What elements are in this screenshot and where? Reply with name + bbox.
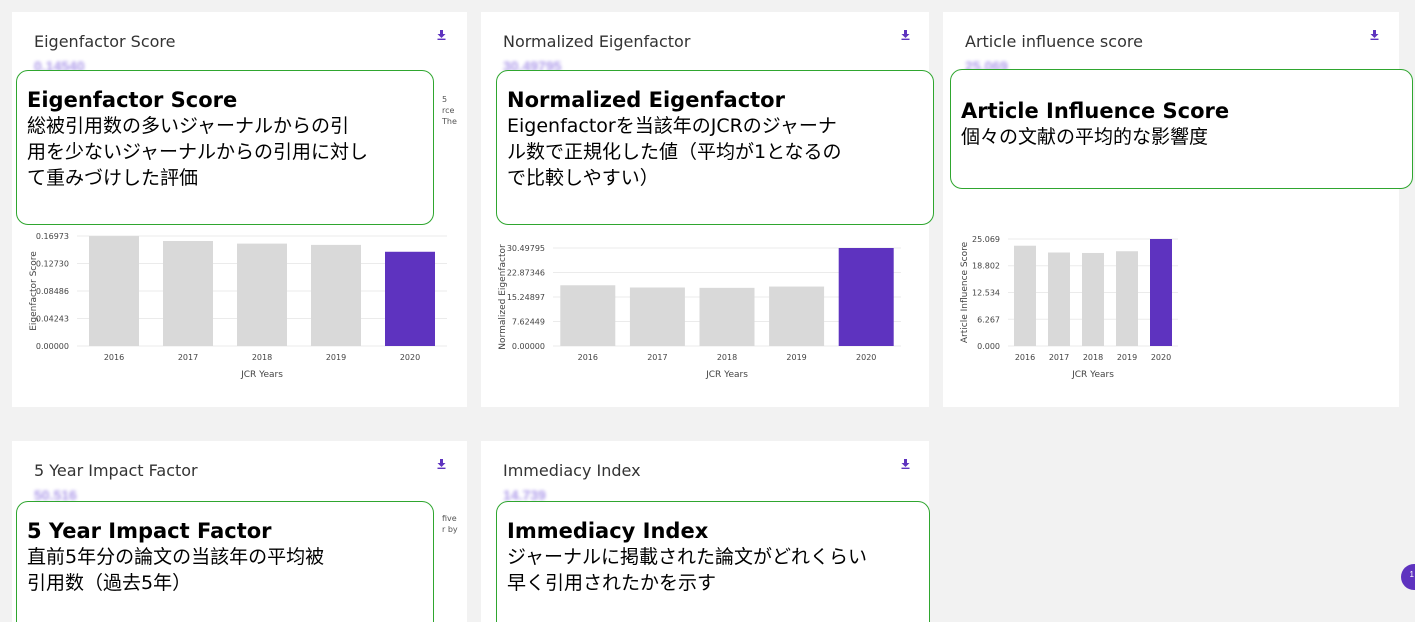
bar <box>163 241 213 346</box>
y-tick-label: 18.802 <box>972 262 1000 271</box>
bar <box>1116 251 1138 346</box>
y-tick-label: 0.04243 <box>36 315 69 324</box>
x-tick-label: 2020 <box>400 353 420 362</box>
y-tick-label: 0.12730 <box>36 259 69 268</box>
bar <box>1048 252 1070 346</box>
callout-heading: 5 Year Impact Factor <box>27 519 272 543</box>
bar <box>385 251 435 346</box>
x-tick-label: 2017 <box>178 353 198 362</box>
callout-line: 早く引用されたかを示す <box>507 572 717 594</box>
y-tick-label: 0.000 <box>977 342 1000 351</box>
callout-normalized-eigenfactor: Normalized Eigenfactor Eigenfactorを当該年のJ… <box>496 70 934 225</box>
x-axis-title: JCR Years <box>240 370 283 380</box>
callout-immediacy-index: Immediacy Index ジャーナルに掲載された論文がどれくらい 早く引用… <box>496 501 930 622</box>
callout-line: て重みづけした評価 <box>27 167 199 189</box>
x-tick-label: 2019 <box>1117 353 1137 362</box>
y-tick-label: 25.069 <box>972 235 1000 244</box>
callout-heading: Normalized Eigenfactor <box>507 88 785 112</box>
download-icon[interactable] <box>901 459 910 469</box>
x-tick-label: 2017 <box>647 353 667 362</box>
callout-line: 直前5年分の論文の当該年の平均被 <box>27 546 325 568</box>
bar <box>89 236 139 346</box>
x-tick-label: 2018 <box>717 353 737 362</box>
description-text: five r by <box>442 513 458 535</box>
x-axis-title: JCR Years <box>705 370 748 380</box>
y-tick-label: 7.62449 <box>512 318 545 327</box>
x-tick-label: 2018 <box>1083 353 1103 362</box>
callout-line: 引用数（過去5年） <box>27 572 192 594</box>
y-tick-label: 0.08486 <box>36 287 69 296</box>
y-axis-title: Eigenfactor Score <box>29 251 39 331</box>
x-tick-label: 2016 <box>1015 353 1035 362</box>
description-line: r by <box>442 525 458 534</box>
download-icon[interactable] <box>437 459 446 469</box>
bar <box>769 286 825 346</box>
bar <box>629 287 685 346</box>
x-axis-title: JCR Years <box>1071 370 1114 380</box>
callout-article-influence-score: Article Influence Score 個々の文献の平均的な影響度 <box>950 69 1413 189</box>
callout-line: ル数で正規化した値（平均が1となるの <box>507 141 842 163</box>
callout-line: 個々の文献の平均的な影響度 <box>961 126 1209 148</box>
card-title: Immediacy Index <box>503 461 641 480</box>
x-tick-label: 2019 <box>786 353 806 362</box>
callout-line: 総被引用数の多いジャーナルからの引 <box>27 115 350 137</box>
callout-line: 用を少ないジャーナルからの引用に対し <box>27 141 369 163</box>
y-tick-label: 0.00000 <box>512 342 545 351</box>
y-tick-label: 22.87346 <box>507 269 545 278</box>
callout-heading: Eigenfactor Score <box>27 88 238 112</box>
bar <box>838 248 894 346</box>
y-tick-label: 0.00000 <box>36 342 69 351</box>
x-tick-label: 2016 <box>578 353 598 362</box>
description-line: five <box>442 514 457 523</box>
callout-line: Eigenfactorを当該年のJCRのジャーナ <box>507 115 837 137</box>
x-tick-label: 2016 <box>104 353 124 362</box>
callout-line: で比較しやすい） <box>507 167 659 189</box>
x-tick-label: 2020 <box>1151 353 1171 362</box>
bar <box>1150 239 1172 346</box>
card-title: 5 Year Impact Factor <box>34 461 198 480</box>
callout-line: ジャーナルに掲載された論文がどれくらい <box>507 546 868 568</box>
bar <box>1014 245 1036 346</box>
x-tick-label: 2020 <box>856 353 876 362</box>
y-tick-label: 30.49795 <box>507 244 545 253</box>
y-axis-title: Article Influence Score <box>960 241 970 343</box>
x-tick-label: 2017 <box>1049 353 1069 362</box>
y-tick-label: 15.24897 <box>507 293 545 302</box>
y-tick-label: 6.267 <box>977 315 1000 324</box>
bar <box>560 285 616 346</box>
y-axis-title: Normalized Eigenfactor <box>498 244 508 350</box>
y-tick-label: 0.16973 <box>36 232 69 241</box>
callout-heading: Immediacy Index <box>507 519 709 543</box>
callout-eigenfactor-score: Eigenfactor Score 総被引用数の多いジャーナルからの引 用を少な… <box>16 70 434 225</box>
y-tick-label: 12.534 <box>972 289 1000 298</box>
notification-badge[interactable]: 1 <box>1401 564 1415 590</box>
bar <box>699 287 755 346</box>
bar <box>1082 252 1104 346</box>
callout-5-year-impact-factor: 5 Year Impact Factor 直前5年分の論文の当該年の平均被 引用… <box>16 501 434 622</box>
callout-heading: Article Influence Score <box>961 99 1230 123</box>
x-tick-label: 2018 <box>252 353 272 362</box>
x-tick-label: 2019 <box>326 353 346 362</box>
bar <box>237 243 287 346</box>
bar <box>311 244 361 346</box>
